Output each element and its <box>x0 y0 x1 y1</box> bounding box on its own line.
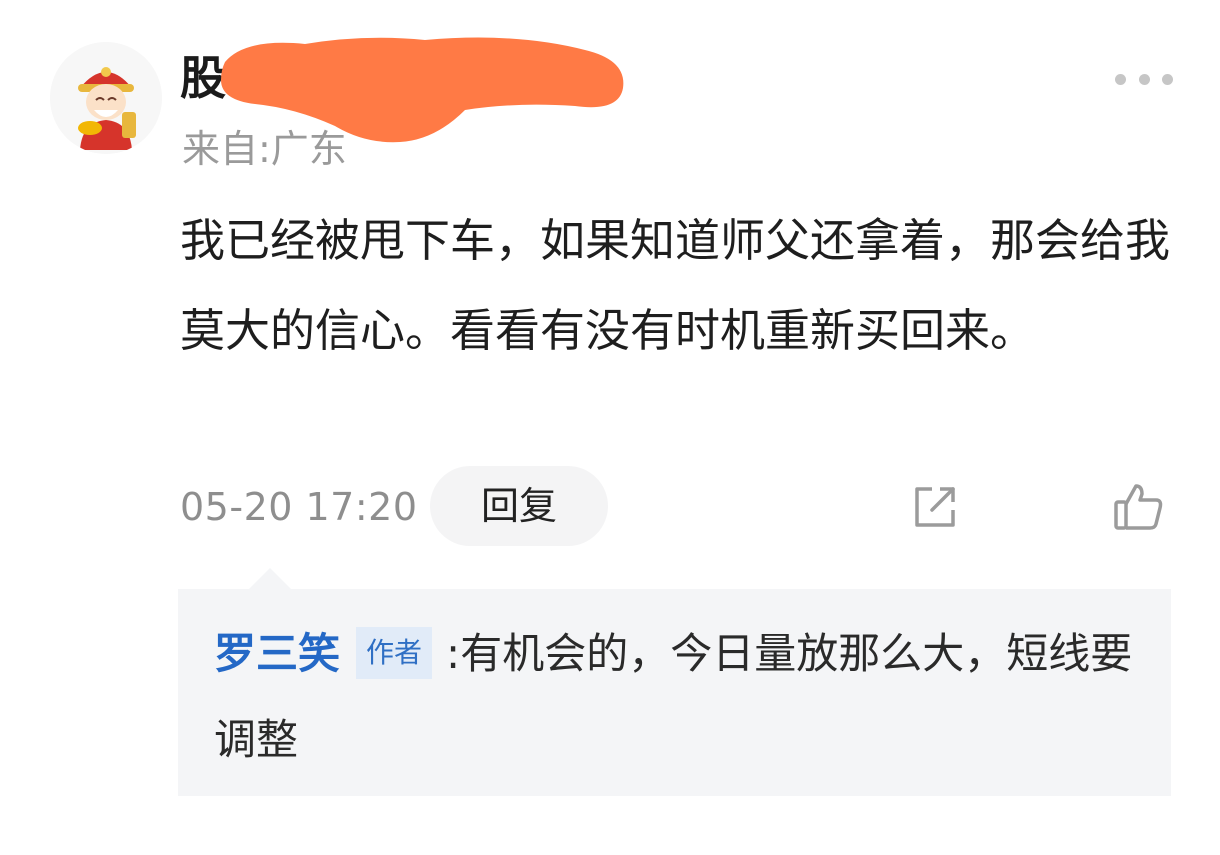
reply-text: 有机会的，今日量放那么大，短线要调整 <box>214 629 1133 764</box>
location-label: 来自:广东 <box>182 127 347 171</box>
avatar[interactable] <box>50 42 162 154</box>
thumbs-up-icon[interactable] <box>1110 478 1166 534</box>
more-options-button[interactable] <box>1115 65 1173 93</box>
reply-button[interactable]: 回复 <box>430 466 608 546</box>
reply-thread[interactable]: 罗三笑 作者:有机会的，今日量放那么大，短线要调整 <box>178 589 1171 796</box>
reply-pointer <box>248 568 292 590</box>
comment-text: 我已经被甩下车，如果知道师父还拿着，那会给我莫大的信心。看看有没有时机重新买回来… <box>180 214 1171 357</box>
comment-timestamp: 05-20 17:20 <box>180 485 418 529</box>
reply-separator: : <box>446 629 461 678</box>
more-dot <box>1162 73 1173 85</box>
username[interactable]: 股 <box>180 48 226 108</box>
fortune-god-avatar-icon <box>50 42 162 154</box>
more-dot <box>1138 73 1150 85</box>
reply-content: 罗三笑 作者:有机会的，今日量放那么大，短线要调整 <box>214 611 1144 783</box>
share-icon[interactable] <box>908 480 962 534</box>
more-dot <box>1115 73 1126 85</box>
author-badge: 作者 <box>356 627 433 679</box>
reply-author-name[interactable]: 罗三笑 <box>214 629 340 678</box>
